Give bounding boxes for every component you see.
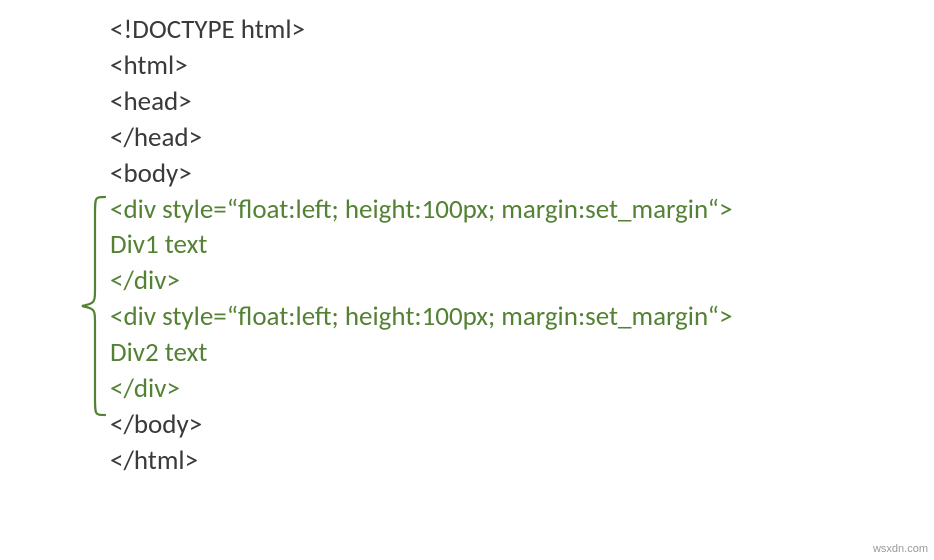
code-line-div1-open: <div style=“float:left; height:100px; ma… [110, 192, 732, 228]
code-line-body-close: </body> [110, 407, 732, 443]
code-line-html-close: </html> [110, 443, 732, 479]
code-line-doctype: <!DOCTYPE html> [110, 12, 732, 48]
curly-brace-icon [78, 195, 108, 417]
code-line-div2-text: Div2 text [110, 335, 732, 371]
code-line-div1-close: </div> [110, 263, 732, 299]
watermark-text: wsxdn.com [873, 542, 928, 557]
code-line-head-close: </head> [110, 120, 732, 156]
code-line-div1-text: Div1 text [110, 227, 732, 263]
code-line-head-open: <head> [110, 84, 732, 120]
code-line-body-open: <body> [110, 156, 732, 192]
code-block: <!DOCTYPE html> <html> <head> </head> <b… [110, 12, 732, 479]
code-line-div2-close: </div> [110, 371, 732, 407]
code-line-div2-open: <div style=“float:left; height:100px; ma… [110, 299, 732, 335]
code-line-html-open: <html> [110, 48, 732, 84]
